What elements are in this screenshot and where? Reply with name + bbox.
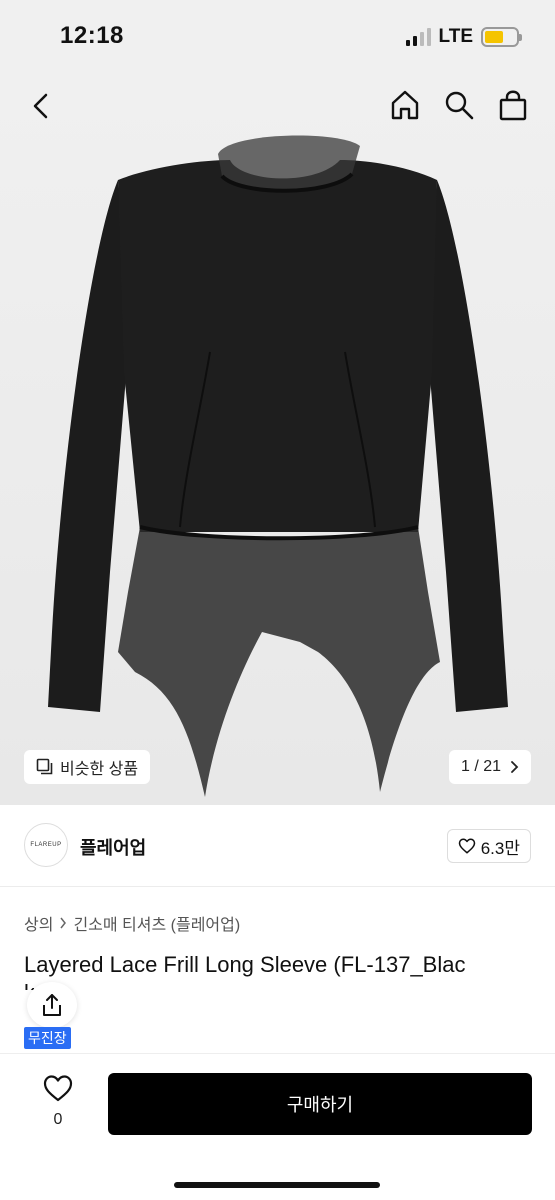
brand-like-count: 6.3만	[480, 838, 520, 858]
status-bar: 12:18 LTE	[0, 0, 555, 72]
wishlist-count: 0	[53, 1111, 63, 1128]
signal-icon	[405, 28, 431, 46]
search-icon[interactable]	[443, 88, 475, 122]
home-indicator	[174, 1182, 380, 1188]
home-icon[interactable]	[389, 88, 421, 122]
header-actions	[389, 88, 529, 122]
breadcrumb-subcategory[interactable]: 긴소매 티셔츠 (플레어업)	[73, 911, 240, 935]
chevron-right-icon	[60, 917, 67, 929]
brand-row[interactable]: FLAREUP 플레어업 6.3만	[0, 805, 555, 887]
wishlist-button[interactable]: 0	[38, 1074, 78, 1129]
breadcrumb-category[interactable]: 상의	[24, 911, 53, 935]
status-indicators: LTE	[405, 26, 522, 48]
back-icon[interactable]	[26, 90, 58, 122]
shipping-badge: 무진장	[24, 1027, 71, 1049]
page-indicator-text: 1 / 21	[460, 758, 501, 775]
brand-name[interactable]: 플레어업	[80, 834, 146, 860]
similar-products-icon	[36, 758, 53, 775]
product-image	[48, 135, 508, 797]
heart-icon	[458, 838, 475, 854]
similar-products-button[interactable]: 비슷한 상품	[24, 750, 151, 784]
shopping-bag-icon[interactable]	[497, 88, 529, 122]
image-page-indicator[interactable]: 1 / 21	[448, 750, 531, 784]
product-title: Layered Lace Frill Long Sleeve (FL-137_B…	[24, 952, 466, 977]
battery-icon	[481, 27, 522, 47]
bottom-action-bar: 0 구매하기	[0, 1053, 555, 1200]
heart-icon	[43, 1075, 73, 1102]
share-icon	[43, 994, 61, 1016]
product-image-gallery[interactable]: 비슷한 상품 1 / 21	[0, 72, 555, 805]
product-title-overflow: k)	[24, 980, 34, 990]
buy-button[interactable]: 구매하기	[108, 1073, 532, 1135]
network-label: LTE	[438, 26, 473, 47]
status-time: 12:18	[60, 22, 124, 49]
brand-like-button[interactable]: 6.3만	[446, 829, 531, 863]
chevron-right-icon	[511, 761, 519, 773]
brand-logo[interactable]: FLAREUP	[24, 823, 68, 867]
breadcrumb: 상의 긴소매 티셔츠 (플레어업)	[24, 911, 240, 935]
share-button[interactable]	[27, 982, 77, 1028]
similar-products-label: 비슷한 상품	[60, 761, 139, 778]
